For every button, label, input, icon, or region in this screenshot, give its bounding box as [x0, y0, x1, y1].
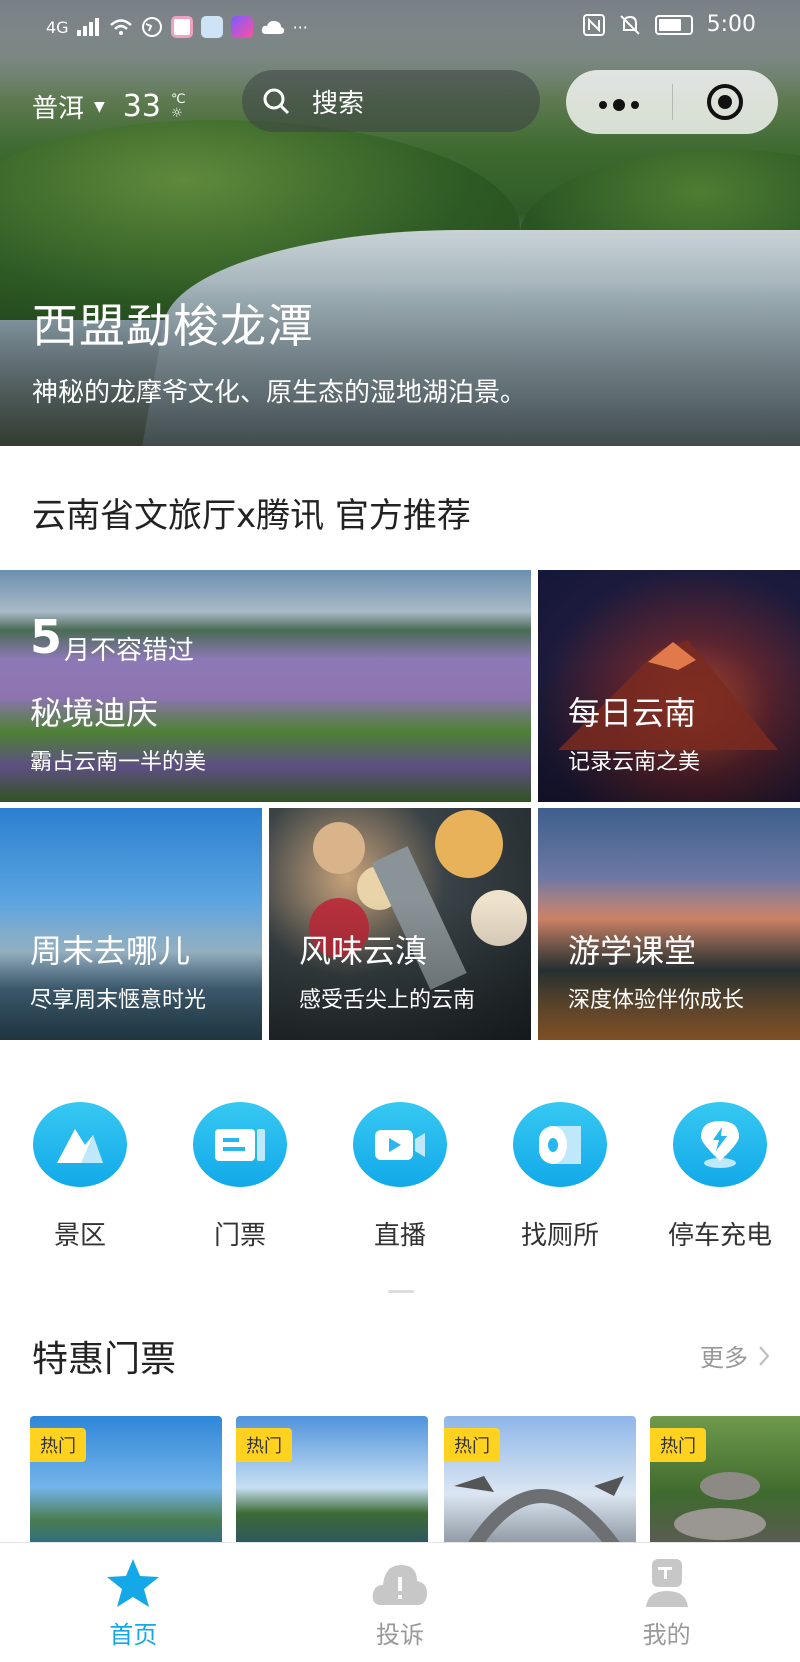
toilet-paper-icon	[513, 1102, 607, 1187]
tile-food[interactable]: 风味云滇 感受舌尖上的云南	[269, 808, 531, 1040]
quick-actions: 景区 门票 直播 找厕所 停车充电	[0, 1102, 800, 1252]
app-notification-icon	[230, 16, 253, 38]
tile-daily-yunnan[interactable]: 每日云南 记录云南之美	[538, 570, 800, 802]
status-right: 5:00	[582, 12, 756, 37]
tile-subtitle: 霸占云南一半的美	[30, 750, 207, 775]
signal-icon	[76, 18, 99, 36]
tab-label: 投诉	[376, 1621, 424, 1649]
tab-label: 首页	[109, 1621, 158, 1649]
mountain-icon	[33, 1102, 127, 1187]
complaint-icon	[372, 1565, 427, 1605]
cloud-alert-icon	[261, 20, 284, 34]
tile-study[interactable]: 游学课堂 深度体验伴你成长	[538, 808, 800, 1040]
ticket-card[interactable]: 热门	[444, 1416, 636, 1546]
nfc-icon	[582, 13, 605, 36]
status-dots: ···	[292, 17, 308, 37]
temperature: 33	[122, 89, 161, 124]
caret-down-icon: ▼	[94, 98, 105, 115]
tile-title: 游学课堂	[568, 932, 697, 970]
tile-tag: 月不容错过	[64, 636, 195, 666]
weather-meta: ℃ ☼	[170, 91, 186, 121]
charging-pin-icon	[673, 1102, 767, 1187]
city-selector[interactable]: 普洱 ▼ 33 ℃ ☼	[32, 88, 186, 125]
recommend-title: 云南省文旅厅x腾讯 官方推荐	[32, 496, 471, 536]
page-indicator	[388, 1290, 414, 1293]
tile-title: 周末去哪儿	[30, 932, 191, 970]
miniprogram-capsule	[566, 70, 778, 134]
quick-action-toilet[interactable]: 找厕所	[480, 1102, 640, 1252]
tickets-title: 特惠门票	[32, 1339, 177, 1380]
ticket-card[interactable]: 热门	[30, 1416, 222, 1546]
app-root: 4G ··· 5:00 普洱 ▼ 33 ℃ ☼ 搜索 西盟勐梭龙潭 神秘的龙摩爷…	[0, 0, 800, 1662]
search-bar[interactable]: 搜索	[242, 70, 540, 132]
more-link[interactable]: 更多	[700, 1338, 770, 1373]
target-icon	[707, 84, 744, 120]
hero-banner[interactable]: 4G ··· 5:00 普洱 ▼ 33 ℃ ☼ 搜索 西盟勐梭龙潭 神秘的龙摩爷…	[0, 0, 800, 446]
app-notification-icon	[200, 16, 223, 38]
city-name: 普洱	[32, 94, 85, 124]
ticket-icon	[193, 1102, 287, 1187]
quick-action-label: 找厕所	[520, 1221, 599, 1251]
temperature-unit: ℃	[170, 91, 186, 107]
tile-subtitle: 感受舌尖上的云南	[299, 988, 476, 1013]
top-bar: 普洱 ▼ 33 ℃ ☼ 搜索	[0, 70, 800, 134]
globe-icon	[141, 17, 162, 37]
video-icon	[353, 1102, 447, 1187]
quick-action-label: 直播	[373, 1221, 426, 1251]
sun-icon: ☼	[170, 105, 183, 121]
search-icon	[263, 88, 290, 115]
more-menu-button[interactable]	[566, 86, 672, 119]
tile-diqing[interactable]: 5 月不容错过 秘境迪庆 霸占云南一半的美	[0, 570, 531, 802]
quick-action-parking[interactable]: 停车充电	[640, 1102, 800, 1252]
quick-action-label: 景区	[53, 1221, 106, 1251]
chevron-right-icon	[759, 1345, 770, 1366]
wifi-icon	[109, 19, 132, 35]
network-label: 4G	[46, 17, 69, 37]
tile-subtitle: 记录云南之美	[568, 750, 701, 775]
quick-action-label: 停车充电	[667, 1221, 772, 1251]
hot-badge: 热门	[650, 1428, 706, 1462]
tile-subtitle: 尽享周末惬意时光	[30, 988, 207, 1013]
tile-title: 秘境迪庆	[30, 694, 159, 732]
hot-badge: 热门	[236, 1428, 292, 1462]
app-notification-icon	[170, 16, 193, 38]
tile-title: 每日云南	[568, 694, 697, 732]
hero-subtitle: 神秘的龙摩爷文化、原生态的湿地湖泊景。	[32, 378, 527, 408]
hot-badge: 热门	[30, 1428, 86, 1462]
ticket-card[interactable]: 热门	[650, 1416, 800, 1546]
quick-action-live[interactable]: 直播	[320, 1102, 480, 1252]
tile-subtitle: 深度体验伴你成长	[568, 988, 745, 1013]
search-placeholder: 搜索	[312, 88, 365, 119]
tab-label: 我的	[642, 1621, 691, 1649]
hot-badge: 热门	[444, 1428, 500, 1462]
bottom-tab-bar: 首页 投诉 我的	[0, 1542, 800, 1662]
mute-bell-icon	[619, 14, 640, 35]
quick-action-tickets[interactable]: 门票	[160, 1102, 320, 1252]
tile-big-number: 5	[30, 610, 63, 664]
tab-profile[interactable]: 我的	[533, 1543, 800, 1662]
tab-complaint[interactable]: 投诉	[267, 1543, 534, 1662]
quick-action-scenic[interactable]: 景区	[0, 1102, 160, 1252]
profile-icon	[645, 1559, 688, 1607]
hero-title: 西盟勐梭龙潭	[32, 299, 314, 353]
more-dots-icon	[598, 98, 639, 111]
battery-icon	[654, 14, 693, 35]
more-label: 更多	[700, 1344, 748, 1372]
close-miniprogram-button[interactable]	[673, 82, 779, 122]
clock: 5:00	[706, 12, 756, 37]
status-left: 4G ···	[46, 16, 308, 38]
tile-title: 风味云滇	[299, 932, 428, 970]
ticket-card[interactable]: 热门	[236, 1416, 428, 1546]
tile-weekend[interactable]: 周末去哪儿 尽享周末惬意时光	[0, 808, 262, 1040]
quick-action-label: 门票	[213, 1221, 266, 1251]
tab-home[interactable]: 首页	[0, 1543, 267, 1662]
status-bar: 4G ··· 5:00	[0, 8, 800, 48]
star-icon	[107, 1559, 160, 1607]
